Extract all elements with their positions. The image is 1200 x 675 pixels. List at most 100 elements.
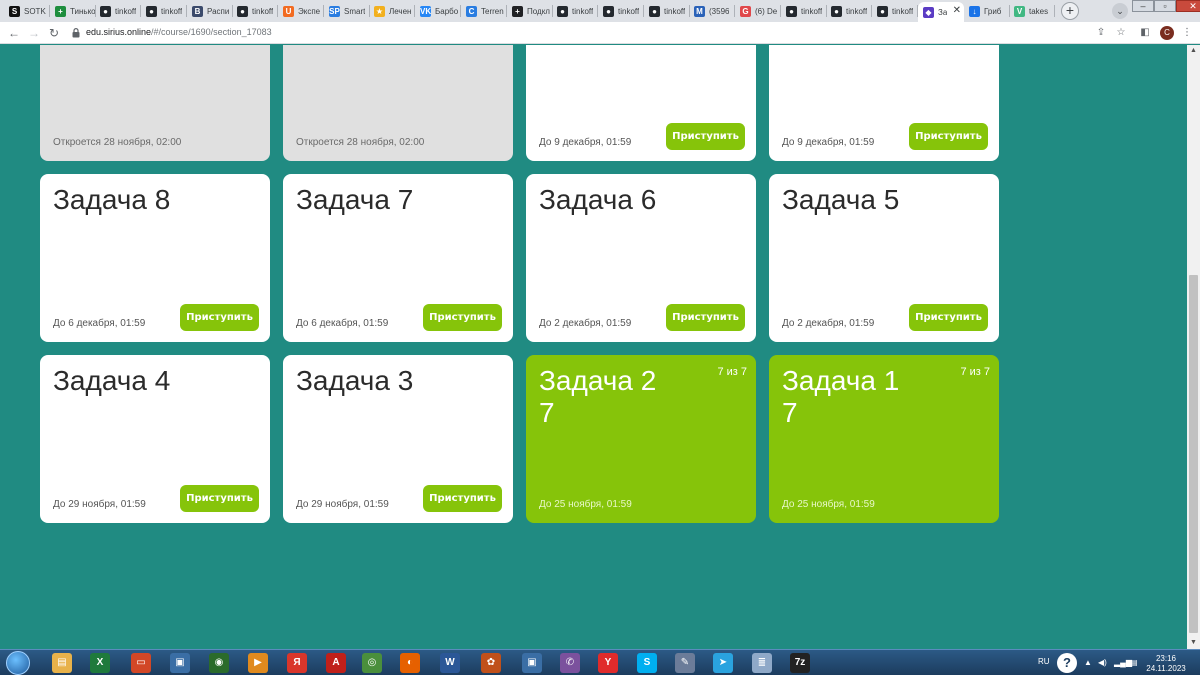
- page-scrollbar[interactable]: ▲ ▼: [1187, 45, 1200, 649]
- task-card[interactable]: Откроется 28 ноября, 02:00: [40, 45, 270, 161]
- browser-tab[interactable]: + Подкл: [507, 2, 553, 20]
- side-panel-icon[interactable]: ◧: [1138, 26, 1152, 40]
- tab-label: За: [938, 7, 948, 17]
- browser-tab[interactable]: ● tinkoff: [95, 2, 141, 20]
- task-card[interactable]: До 9 декабря, 01:59 Приступить: [769, 45, 999, 161]
- task-deadline: До 9 декабря, 01:59: [782, 137, 875, 148]
- viber-icon[interactable]: ✆: [560, 653, 580, 673]
- minimize-button[interactable]: –: [1132, 0, 1154, 12]
- tray-expand-icon[interactable]: ▲: [1084, 658, 1092, 667]
- profile-avatar[interactable]: С: [1160, 26, 1174, 40]
- task-deadline: Откроется 28 ноября, 02:00: [296, 137, 425, 148]
- telegram-icon[interactable]: ➤: [713, 653, 733, 673]
- tab-label: takes: [1029, 6, 1049, 16]
- browser-tab[interactable]: ↓ Гриб: [964, 2, 1010, 20]
- browser-tab[interactable]: B Распи: [187, 2, 233, 20]
- browser-tab[interactable]: ● tinkoff: [141, 2, 187, 20]
- browser-tab[interactable]: ● tinkoff: [644, 2, 690, 20]
- reload-icon[interactable]: ↻: [46, 25, 62, 41]
- notepad-icon[interactable]: ≣: [752, 653, 772, 673]
- task-card[interactable]: Задача 5 До 2 декабря, 01:59 Приступить: [769, 174, 999, 342]
- language-indicator[interactable]: RU: [1038, 657, 1050, 666]
- start-task-button[interactable]: Приступить: [180, 304, 259, 331]
- browser-tab[interactable]: ● tinkoff: [781, 2, 827, 20]
- browser-tab[interactable]: ● tinkoff: [826, 2, 872, 20]
- task-card[interactable]: До 9 декабря, 01:59 Приступить: [526, 45, 756, 161]
- help-icon[interactable]: ?: [1057, 653, 1077, 673]
- share-icon[interactable]: ⇪: [1094, 26, 1108, 40]
- eye-app-icon[interactable]: ◉: [209, 653, 229, 673]
- tab-search-icon[interactable]: ⌄: [1112, 3, 1128, 19]
- action-center-icon[interactable]: ▤: [1130, 658, 1138, 667]
- word-icon[interactable]: W: [440, 653, 460, 673]
- browser-tab[interactable]: VK Барбо: [415, 2, 461, 20]
- browser-tab[interactable]: + Тинько: [50, 2, 96, 20]
- presentation-icon[interactable]: ▭: [131, 653, 151, 673]
- discussion-icon: G: [740, 5, 751, 17]
- window-close-button[interactable]: ✕: [1176, 0, 1200, 12]
- browser-tab[interactable]: C Terren: [461, 2, 507, 20]
- task-card[interactable]: Задача 7 До 6 декабря, 01:59 Приступить: [283, 174, 513, 342]
- browser-tab[interactable]: G (6) De: [735, 2, 781, 20]
- start-button[interactable]: [6, 651, 30, 675]
- system-clock[interactable]: 23:16 24.11.2023: [1142, 654, 1190, 674]
- start-task-button[interactable]: Приступить: [909, 123, 988, 150]
- task-card[interactable]: Задача 4 До 29 ноября, 01:59 Приступить: [40, 355, 270, 523]
- browser-tab[interactable]: U Экспе: [278, 2, 324, 20]
- browser-tab[interactable]: M (3596: [689, 2, 735, 20]
- menu-kebab-icon[interactable]: ⋮: [1180, 26, 1194, 40]
- browser-tab[interactable]: Vtakes: [1009, 2, 1055, 20]
- address-bar[interactable]: edu.sirius.online/#/course/1690/section_…: [86, 27, 272, 37]
- forward-icon[interactable]: →: [26, 25, 42, 41]
- tab-close-icon[interactable]: ✕: [953, 5, 961, 17]
- task-card[interactable]: Откроется 28 ноября, 02:00: [283, 45, 513, 161]
- new-tab-button[interactable]: +: [1061, 2, 1079, 20]
- back-icon[interactable]: ←: [6, 25, 22, 41]
- start-task-button[interactable]: Приступить: [423, 485, 502, 512]
- bookmark-star-icon[interactable]: ☆: [1114, 26, 1128, 40]
- start-task-button[interactable]: Приступить: [180, 485, 259, 512]
- tab-label: Smart: [344, 6, 366, 16]
- browser-tab[interactable]: ★ Лечен: [369, 2, 415, 20]
- yandex-browser-icon[interactable]: Y: [598, 653, 618, 673]
- task-card[interactable]: Задача 27 7 из 7 До 25 ноября, 01:59: [526, 355, 756, 523]
- start-task-button[interactable]: Приступить: [909, 304, 988, 331]
- 7zip-icon[interactable]: 7z: [790, 653, 810, 673]
- excel-icon[interactable]: X: [90, 653, 110, 673]
- window-icon[interactable]: ▣: [170, 653, 190, 673]
- browser-tab[interactable]: ● tinkoff: [232, 2, 278, 20]
- task-title: Задача 7: [296, 184, 414, 215]
- media-player-icon[interactable]: ▶: [248, 653, 268, 673]
- task-card[interactable]: Задача 3 До 29 ноября, 01:59 Приступить: [283, 355, 513, 523]
- explorer-icon[interactable]: ▤: [52, 653, 72, 673]
- browser-tab[interactable]: SP Smart: [324, 2, 370, 20]
- scrollbar-thumb[interactable]: [1189, 275, 1198, 633]
- mushroom-icon: ↓: [969, 5, 980, 17]
- task-card[interactable]: Задача 6 До 2 декабря, 01:59 Приступить: [526, 174, 756, 342]
- plus-circle-icon: +: [512, 5, 523, 17]
- task-card[interactable]: Задача 17 7 из 7 До 25 ноября, 01:59: [769, 355, 999, 523]
- start-task-button[interactable]: Приступить: [666, 304, 745, 331]
- browser-tab[interactable]: ● tinkoff: [872, 2, 918, 20]
- tab-label: Тинько: [70, 6, 96, 16]
- yandex-icon[interactable]: Я: [287, 653, 307, 673]
- vue-icon: V: [1014, 5, 1025, 17]
- chrome-icon[interactable]: ◎: [362, 653, 382, 673]
- scroll-up-icon[interactable]: ▲: [1187, 45, 1200, 57]
- browser-tab[interactable]: ◆ За ✕: [918, 2, 964, 22]
- tools-icon[interactable]: ✎: [675, 653, 695, 673]
- maximize-button[interactable]: ▫: [1154, 0, 1176, 12]
- task-card[interactable]: Задача 8 До 6 декабря, 01:59 Приступить: [40, 174, 270, 342]
- skype-icon[interactable]: S: [637, 653, 657, 673]
- browser-tab[interactable]: ● tinkoff: [598, 2, 644, 20]
- volume-icon[interactable]: ◀): [1098, 658, 1107, 667]
- start-task-button[interactable]: Приступить: [666, 123, 745, 150]
- film-reel-icon[interactable]: ✿: [481, 653, 501, 673]
- pdf-icon[interactable]: A: [326, 653, 346, 673]
- frame-icon[interactable]: ▣: [522, 653, 542, 673]
- firefox-icon[interactable]: ◐: [400, 653, 420, 673]
- browser-tab[interactable]: ● tinkoff: [552, 2, 598, 20]
- start-task-button[interactable]: Приступить: [423, 304, 502, 331]
- scroll-down-icon[interactable]: ▼: [1187, 637, 1200, 649]
- browser-tab[interactable]: S SOTK: [4, 2, 50, 20]
